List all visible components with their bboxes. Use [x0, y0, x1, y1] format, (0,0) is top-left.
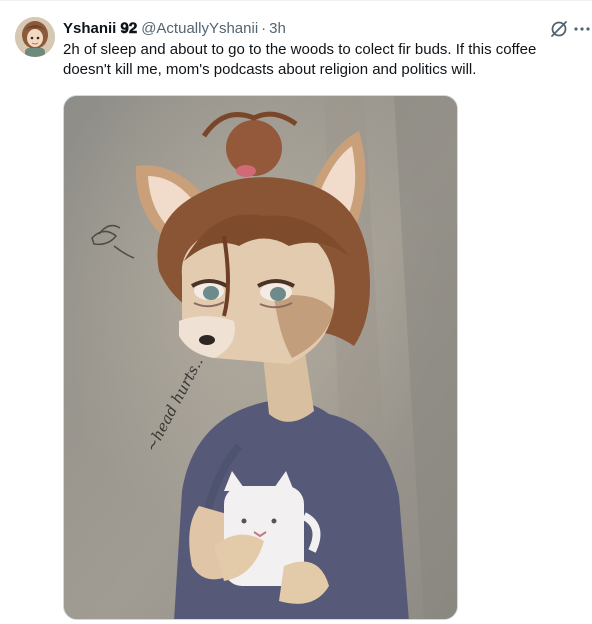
timestamp[interactable]: 3h: [269, 19, 286, 39]
grok-icon[interactable]: [548, 18, 570, 40]
tweet-header: Yshanii 𝟗𝟐 @ActuallyYshanii · 3h: [63, 19, 286, 39]
top-divider: [0, 0, 592, 1]
more-icon[interactable]: [572, 18, 592, 40]
tweet-image[interactable]: ~head hurts..: [63, 95, 458, 620]
display-name[interactable]: Yshanii 𝟗𝟐: [63, 19, 137, 39]
tweet-text: 2h of sleep and about to go to the woods…: [63, 41, 537, 78]
separator-dot: ·: [261, 20, 267, 37]
avatar[interactable]: [15, 17, 55, 57]
user-handle[interactable]: @ActuallyYshanii: [141, 19, 258, 39]
